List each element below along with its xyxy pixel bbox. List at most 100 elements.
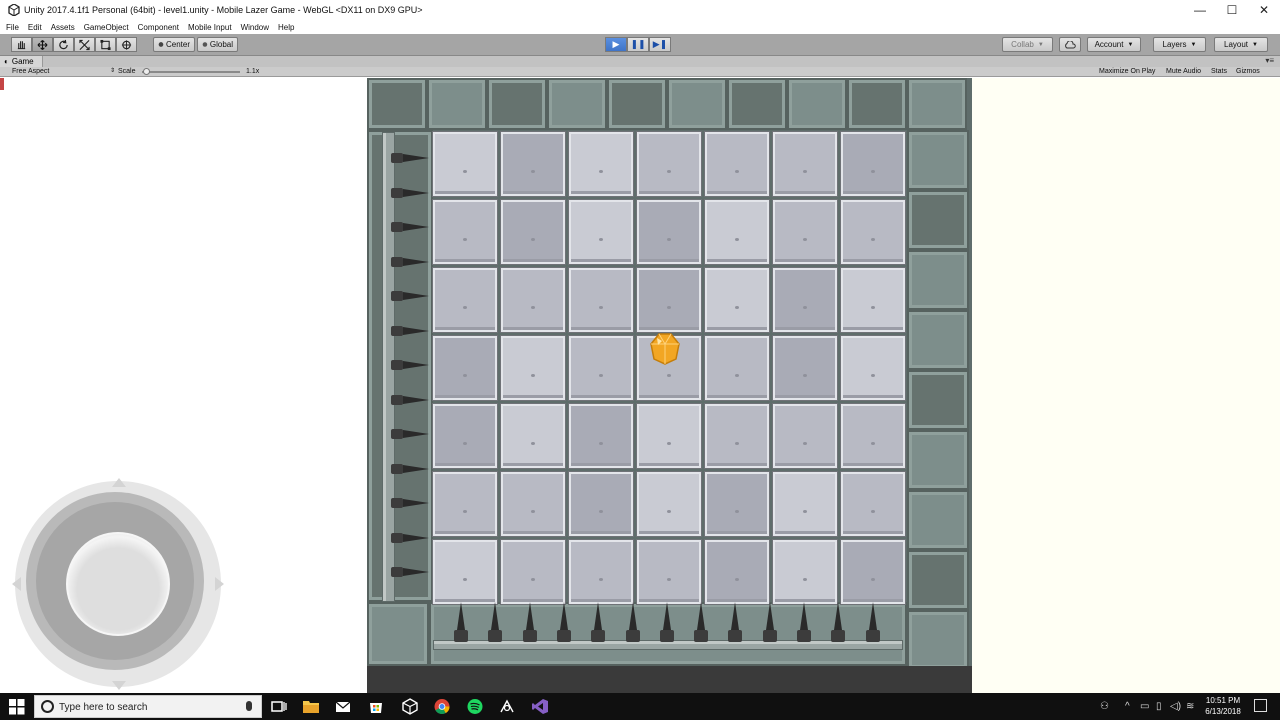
app-icon[interactable] — [498, 698, 516, 715]
gold-gem-icon — [649, 332, 681, 366]
notification-icon[interactable] — [1254, 699, 1267, 712]
maximize-on-play-toggle[interactable]: Maximize On Play — [1099, 68, 1155, 75]
people-icon[interactable]: ⚇ — [1100, 701, 1109, 712]
wifi-icon[interactable]: ≋ — [1186, 701, 1194, 712]
spike-tip — [403, 533, 429, 542]
game-tab-icon: ◐ — [4, 57, 9, 66]
hand-tool-button[interactable] — [11, 37, 32, 52]
window-title: Unity 2017.4.1f1 Personal (64bit) - leve… — [24, 5, 423, 15]
layout-dropdown[interactable]: Layout ▼ — [1214, 37, 1268, 52]
floor-tile — [705, 336, 769, 400]
laser-spike-left — [391, 187, 429, 199]
spike-base — [391, 153, 403, 163]
floor-tile — [501, 336, 565, 400]
menu-component[interactable]: Component — [138, 23, 179, 32]
spike-base — [762, 630, 777, 642]
chrome-icon[interactable] — [433, 698, 451, 715]
floor-tile — [841, 336, 905, 400]
play-button[interactable]: ▶ — [605, 37, 627, 52]
tray-expand-icon[interactable]: ^ — [1125, 701, 1130, 712]
rotate-tool-button[interactable] — [53, 37, 74, 52]
scale-slider-track[interactable] — [142, 71, 240, 73]
step-button[interactable]: ▶❚ — [649, 37, 671, 52]
search-placeholder: Type here to search — [59, 702, 148, 713]
visual-studio-icon[interactable] — [531, 698, 549, 715]
spike-base — [694, 630, 709, 642]
virtual-joystick[interactable] — [12, 478, 224, 690]
pivot-toggle-button[interactable]: Center — [153, 37, 195, 52]
layers-dropdown[interactable]: Layers ▼ — [1153, 37, 1206, 52]
floor-tile — [433, 404, 497, 468]
hand-icon — [17, 41, 26, 50]
space-toggle-button[interactable]: Global — [197, 37, 238, 52]
transform-tool-button[interactable] — [116, 37, 137, 52]
task-view-icon[interactable] — [270, 698, 288, 715]
viewport-bottom-strip — [367, 666, 972, 693]
pivot-label: Center — [165, 40, 190, 49]
floor-tile — [773, 404, 837, 468]
volume-icon[interactable]: ◁) — [1170, 701, 1181, 712]
spike-base — [556, 630, 571, 642]
spotify-icon[interactable] — [466, 698, 484, 715]
menu-help[interactable]: Help — [278, 23, 294, 32]
mail-icon[interactable] — [334, 698, 352, 715]
game-tab-bar: ◐ Game ▾≡ — [0, 56, 1280, 67]
cloud-button[interactable] — [1059, 37, 1081, 52]
file-explorer-icon[interactable] — [302, 698, 320, 715]
wall-block — [367, 602, 429, 666]
maximize-button[interactable]: ☐ — [1216, 3, 1248, 17]
aspect-dropdown[interactable]: Free Aspect — [12, 68, 49, 75]
laser-spike-bottom — [591, 602, 606, 642]
tab-menu-icon[interactable]: ▾≡ — [1265, 56, 1274, 65]
laser-spike-left — [391, 325, 429, 337]
game-viewport — [0, 78, 1280, 693]
menu-window[interactable]: Window — [241, 23, 269, 32]
menu-edit[interactable]: Edit — [28, 23, 42, 32]
joystick-knob[interactable] — [66, 532, 170, 636]
spike-tip — [457, 602, 465, 630]
clock-time: 10:51 PM — [1205, 696, 1241, 705]
unity-icon[interactable] — [401, 698, 419, 715]
menu-mobile-input[interactable]: Mobile Input — [188, 23, 232, 32]
battery-icon[interactable]: ▯ — [1156, 701, 1162, 712]
floor-tile — [841, 540, 905, 604]
taskbar-search-box[interactable]: Type here to search — [34, 695, 262, 718]
scale-slider-handle[interactable] — [143, 68, 150, 75]
spike-base — [391, 325, 403, 336]
floor-tile — [705, 268, 769, 332]
taskbar-clock[interactable]: 10:51 PM 6/13/2018 — [1198, 695, 1248, 717]
floor-tile — [705, 404, 769, 468]
laser-spike-left — [391, 256, 429, 268]
floor-tile — [569, 268, 633, 332]
rect-tool-button[interactable] — [95, 37, 116, 52]
unity-logo-icon — [8, 3, 20, 17]
laser-spike-bottom — [797, 602, 811, 642]
wall-block — [787, 78, 847, 130]
collab-dropdown[interactable]: Collab ▼ — [1002, 37, 1053, 52]
mute-audio-toggle[interactable]: Mute Audio — [1166, 68, 1201, 75]
windows-start-icon[interactable] — [9, 699, 25, 715]
microphone-icon[interactable] — [246, 701, 252, 711]
network-icon[interactable]: ▭ — [1140, 701, 1149, 712]
spike-tip — [834, 602, 843, 630]
spike-tip — [403, 292, 429, 300]
minimize-button[interactable]: — — [1184, 3, 1216, 17]
stats-toggle[interactable]: Stats — [1211, 68, 1227, 75]
store-icon[interactable] — [367, 698, 385, 715]
step-icon: ▶❚ — [652, 39, 668, 49]
menu-gameobject[interactable]: GameObject — [84, 23, 129, 32]
move-tool-button[interactable] — [32, 37, 53, 52]
menu-assets[interactable]: Assets — [51, 23, 75, 32]
floor-tile — [637, 200, 701, 264]
tab-game[interactable]: ◐ Game — [0, 56, 43, 67]
close-button[interactable]: ✕ — [1248, 3, 1280, 17]
pause-button[interactable]: ❚❚ — [627, 37, 649, 52]
gizmos-dropdown[interactable]: Gizmos — [1236, 68, 1260, 75]
floor-tile — [569, 404, 633, 468]
floor-tile — [433, 132, 497, 196]
scale-tool-button[interactable] — [74, 37, 95, 52]
menu-file[interactable]: File — [6, 23, 19, 32]
dropdown-arrow-icon: ▼ — [1037, 41, 1044, 48]
account-dropdown[interactable]: Account ▼ — [1087, 37, 1141, 52]
floor-tile — [773, 472, 837, 536]
